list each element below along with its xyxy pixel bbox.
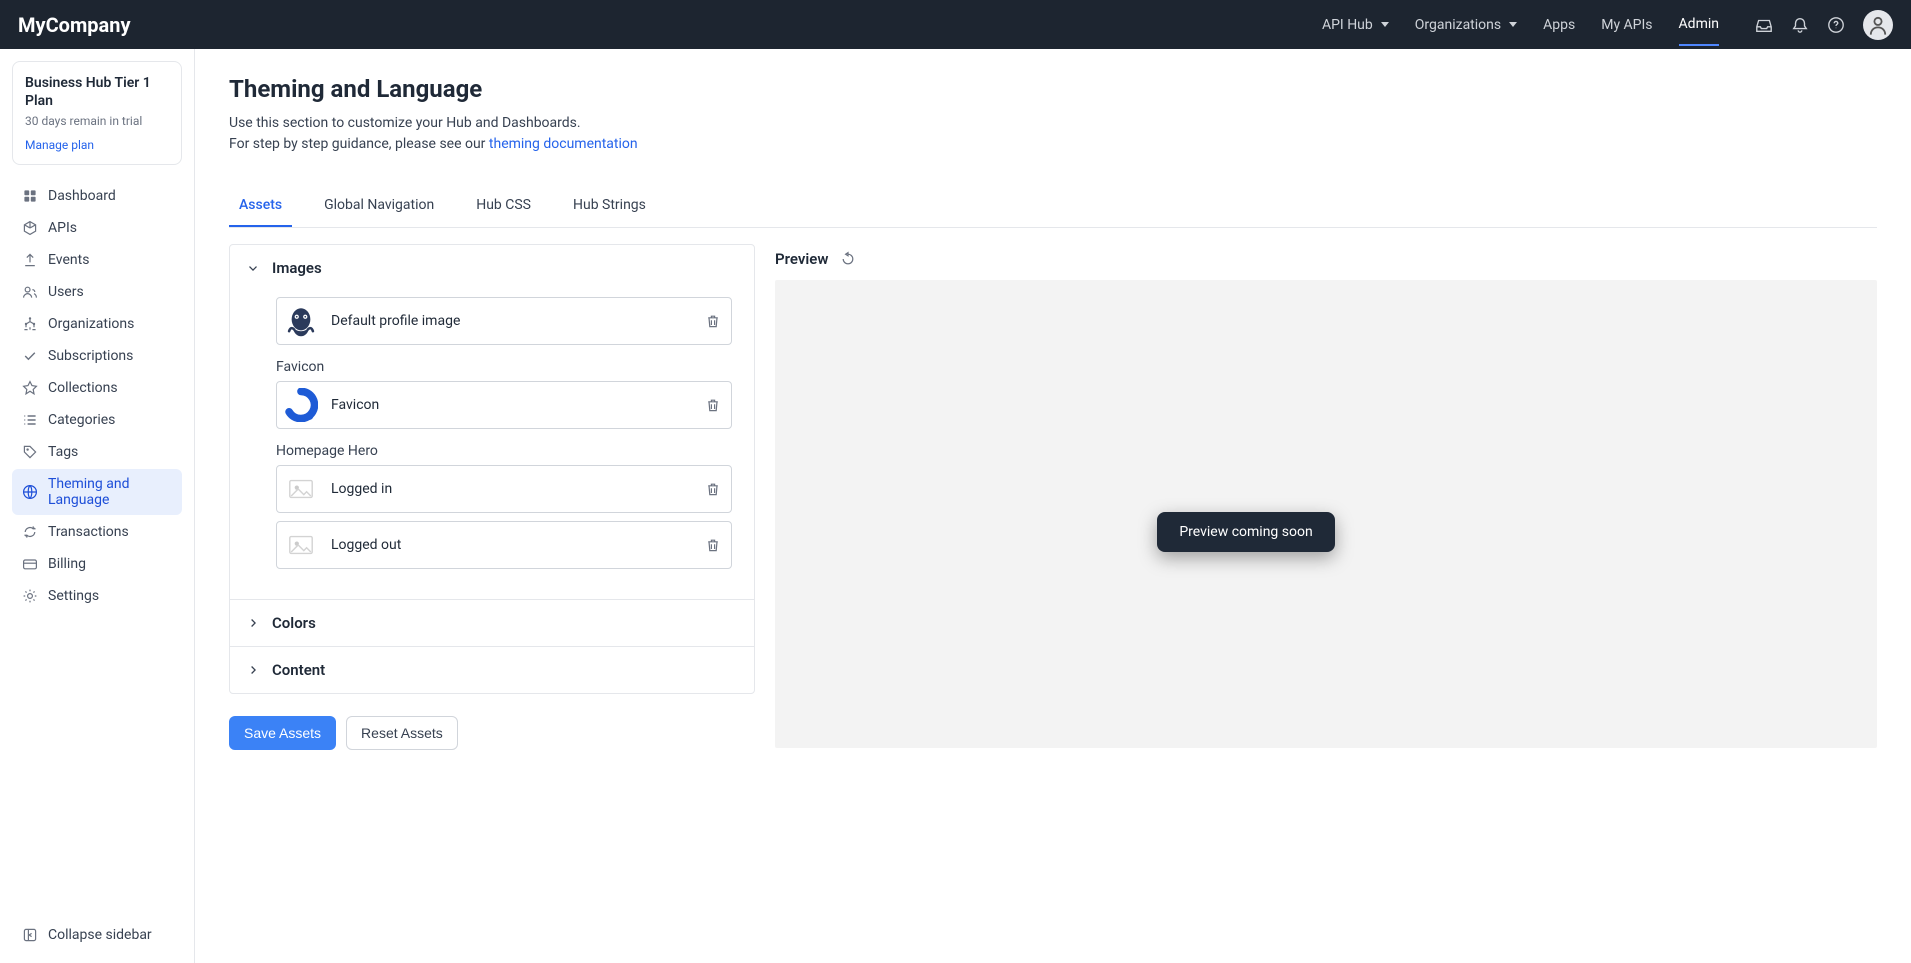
asset-hero-logged-in[interactable]: Logged in [276, 465, 732, 513]
collapse-icon [22, 927, 38, 943]
org-icon [22, 316, 38, 332]
asset-favicon[interactable]: Favicon [276, 381, 732, 429]
accordion-images-title: Images [272, 259, 322, 277]
asset-hero-logged-out[interactable]: Logged out [276, 521, 732, 569]
asset-label: Logged in [331, 481, 693, 497]
asset-label: Favicon [331, 397, 693, 413]
users-icon [22, 284, 38, 300]
trash-icon[interactable] [705, 313, 721, 329]
star-icon [22, 380, 38, 396]
nav-admin[interactable]: Admin [1679, 4, 1719, 46]
chevron-right-icon [246, 663, 260, 677]
accordion-images[interactable]: Images [230, 245, 754, 291]
plan-subtitle: 30 days remain in trial [25, 114, 169, 128]
plan-card: Business Hub Tier 1 Plan 30 days remain … [12, 61, 182, 165]
reload-icon[interactable] [840, 251, 856, 267]
trash-icon[interactable] [705, 397, 721, 413]
brand-logo[interactable]: MyCompany [18, 13, 131, 37]
help-icon[interactable] [1827, 16, 1845, 34]
sidebar-item-users[interactable]: Users [12, 277, 182, 307]
sidebar-item-categories[interactable]: Categories [12, 405, 182, 435]
asset-label: Logged out [331, 537, 693, 553]
sidebar-item-label: Billing [48, 556, 86, 572]
chevron-down-icon [1381, 22, 1389, 27]
nav-organizations[interactable]: Organizations [1415, 5, 1517, 45]
chevron-down-icon [246, 261, 260, 275]
save-assets-button[interactable]: Save Assets [229, 716, 336, 750]
favicon-thumbnail [283, 387, 319, 423]
list-icon [22, 412, 38, 428]
plan-title: Business Hub Tier 1 Plan [25, 74, 169, 110]
image-placeholder-icon [283, 471, 319, 507]
cube-icon [22, 220, 38, 236]
sidebar-item-label: Subscriptions [48, 348, 133, 364]
avatar[interactable] [1863, 10, 1893, 40]
sidebar-item-label: Settings [48, 588, 99, 604]
sidebar-item-billing[interactable]: Billing [12, 549, 182, 579]
gear-icon [22, 588, 38, 604]
default-profile-thumbnail [283, 303, 319, 339]
sidebar-item-dashboard[interactable]: Dashboard [12, 181, 182, 211]
sidebar-item-label: Tags [48, 444, 78, 460]
sidebar-item-label: Events [48, 252, 89, 268]
accordion-colors-title: Colors [272, 614, 316, 632]
page-description: Use this section to customize your Hub a… [229, 113, 1877, 155]
sidebar-item-label: Transactions [48, 524, 129, 540]
trash-icon[interactable] [705, 537, 721, 553]
sidebar-item-collections[interactable]: Collections [12, 373, 182, 403]
preview-tooltip: Preview coming soon [1157, 512, 1334, 552]
theming-docs-link[interactable]: theming documentation [489, 136, 638, 152]
accordion-content[interactable]: Content [230, 646, 754, 693]
sidebar-item-label: Dashboard [48, 188, 116, 204]
accordion-content-title: Content [272, 661, 325, 679]
inbox-icon[interactable] [1755, 16, 1773, 34]
manage-plan-link[interactable]: Manage plan [25, 138, 169, 152]
sidebar-item-apis[interactable]: APIs [12, 213, 182, 243]
preview-title: Preview [775, 250, 828, 268]
nav-my-apis[interactable]: My APIs [1601, 5, 1652, 45]
nav-apps[interactable]: Apps [1543, 5, 1575, 45]
card-icon [22, 556, 38, 572]
tag-icon [22, 444, 38, 460]
collapse-sidebar-button[interactable]: Collapse sidebar [12, 919, 182, 951]
reset-assets-button[interactable]: Reset Assets [346, 716, 458, 750]
refresh-icon [22, 524, 38, 540]
asset-label: Default profile image [331, 313, 693, 329]
sidebar-item-label: Collections [48, 380, 118, 396]
tab-hub-css[interactable]: Hub CSS [466, 185, 541, 227]
sidebar-item-organizations[interactable]: Organizations [12, 309, 182, 339]
sidebar-item-label: Users [48, 284, 84, 300]
accordion-colors[interactable]: Colors [230, 599, 754, 646]
asset-default-profile[interactable]: Default profile image [276, 297, 732, 345]
chevron-down-icon [1509, 22, 1517, 27]
sidebar-item-label: Theming and Language [48, 476, 172, 508]
image-placeholder-icon [283, 527, 319, 563]
page-title: Theming and Language [229, 75, 1877, 103]
globe-icon [22, 484, 38, 500]
sidebar-item-theming-and-language[interactable]: Theming and Language [12, 469, 182, 515]
favicon-section-label: Favicon [276, 359, 732, 375]
nav-api-hub[interactable]: API Hub [1322, 5, 1389, 45]
sidebar-item-events[interactable]: Events [12, 245, 182, 275]
sidebar-item-label: Organizations [48, 316, 134, 332]
bell-icon[interactable] [1791, 16, 1809, 34]
upload-icon [22, 252, 38, 268]
chevron-right-icon [246, 616, 260, 630]
sidebar-item-label: APIs [48, 220, 77, 236]
sidebar-item-tags[interactable]: Tags [12, 437, 182, 467]
sidebar-item-label: Categories [48, 412, 115, 428]
collapse-label: Collapse sidebar [48, 927, 152, 943]
dashboard-icon [22, 188, 38, 204]
tab-hub-strings[interactable]: Hub Strings [563, 185, 656, 227]
tab-global-navigation[interactable]: Global Navigation [314, 185, 444, 227]
check-icon [22, 348, 38, 364]
trash-icon[interactable] [705, 481, 721, 497]
sidebar-item-subscriptions[interactable]: Subscriptions [12, 341, 182, 371]
sidebar-item-settings[interactable]: Settings [12, 581, 182, 611]
hero-section-label: Homepage Hero [276, 443, 732, 459]
sidebar-item-transactions[interactable]: Transactions [12, 517, 182, 547]
tab-assets[interactable]: Assets [229, 185, 292, 227]
preview-canvas: Preview coming soon [775, 280, 1877, 748]
